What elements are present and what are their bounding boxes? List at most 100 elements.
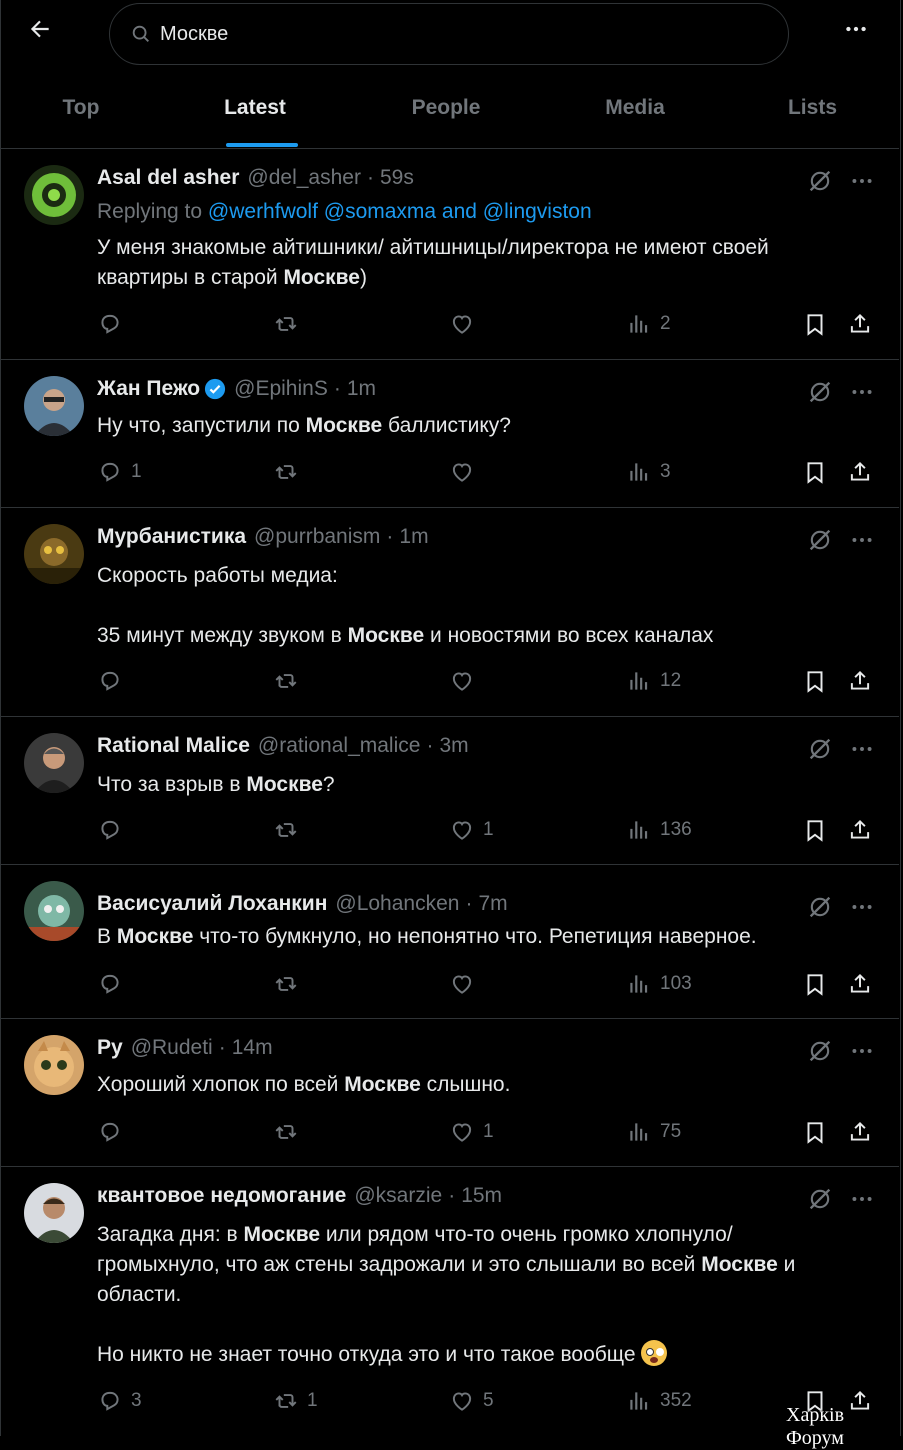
avatar[interactable]: [24, 376, 84, 436]
share-button[interactable]: [847, 971, 873, 997]
repost-button[interactable]: [273, 817, 307, 843]
like-button[interactable]: 1: [449, 817, 494, 843]
repost-button[interactable]: [273, 1119, 307, 1145]
bookmark-button[interactable]: [802, 668, 828, 694]
tab-lists[interactable]: Lists: [726, 80, 899, 148]
views-button[interactable]: 2: [626, 311, 671, 337]
avatar[interactable]: [24, 165, 84, 225]
grok-icon[interactable]: [806, 893, 834, 921]
grok-icon[interactable]: [806, 167, 834, 195]
likes-count: 1: [483, 1121, 494, 1142]
bookmark-button[interactable]: [802, 971, 828, 997]
tweet-more-button[interactable]: [848, 735, 876, 763]
tab-people[interactable]: People: [348, 80, 544, 148]
views-button[interactable]: 103: [626, 971, 692, 997]
author-name[interactable]: Жан Пежо: [97, 377, 200, 401]
repost-button[interactable]: [273, 459, 307, 485]
tweet-time[interactable]: 14m: [232, 1036, 273, 1060]
tweet-more-button[interactable]: [848, 526, 876, 554]
reply-button[interactable]: [97, 311, 131, 337]
share-button[interactable]: [847, 459, 873, 485]
author-name[interactable]: Васисуалий Лоханкин: [97, 892, 327, 916]
tweet-time[interactable]: 15m: [461, 1184, 502, 1208]
tweet[interactable]: Жан Пежо @EpihinS · 1m Ну что, запустили п…: [0, 360, 899, 508]
author-handle[interactable]: @del_asher: [247, 166, 361, 190]
tweet-time[interactable]: 59s: [380, 166, 414, 190]
like-button[interactable]: 1: [449, 1119, 494, 1145]
bookmark-button[interactable]: [802, 459, 828, 485]
grok-icon[interactable]: [806, 526, 834, 554]
avatar[interactable]: [24, 881, 84, 941]
views-button[interactable]: 75: [626, 1119, 681, 1145]
tweet-more-button[interactable]: [848, 1037, 876, 1065]
reply-button[interactable]: [97, 1119, 131, 1145]
tweet[interactable]: Васисуалий Лоханкин @Lohancken · 7m В Москв…: [0, 865, 899, 1019]
tweet-more-button[interactable]: [848, 893, 876, 921]
avatar[interactable]: [24, 1183, 84, 1243]
views-button[interactable]: 3: [626, 459, 671, 485]
reply-button[interactable]: [97, 668, 131, 694]
author-handle[interactable]: @EpihinS: [234, 377, 328, 401]
author-name[interactable]: квантовое недомогание: [97, 1184, 346, 1208]
grok-icon[interactable]: [806, 1185, 834, 1213]
tab-latest[interactable]: Latest: [162, 80, 348, 148]
avatar[interactable]: [24, 524, 84, 584]
tweet-more-button[interactable]: [848, 167, 876, 195]
bookmark-button[interactable]: [802, 1119, 828, 1145]
grok-icon[interactable]: [806, 378, 834, 406]
tweet-time[interactable]: 3m: [439, 734, 468, 758]
tweet-time[interactable]: 7m: [478, 892, 507, 916]
bookmark-button[interactable]: [802, 311, 828, 337]
share-button[interactable]: [847, 1119, 873, 1145]
grok-icon[interactable]: [806, 735, 834, 763]
share-button[interactable]: [847, 311, 873, 337]
views-button[interactable]: 352: [626, 1388, 692, 1414]
like-button[interactable]: [449, 311, 483, 337]
author-handle[interactable]: @Lohancken: [335, 892, 459, 916]
tweet-more-button[interactable]: [848, 378, 876, 406]
tweet[interactable]: квантовое недомогание @ksarzie · 15m Загадк…: [0, 1167, 899, 1436]
reply-button[interactable]: 3: [97, 1388, 142, 1414]
tweet[interactable]: Asal del asher @del_asher · 59s Replying to…: [0, 149, 899, 360]
reply-mentions[interactable]: @werhfwolf @somaxma and @lingviston: [208, 200, 592, 223]
reply-button[interactable]: [97, 817, 131, 843]
author-name[interactable]: Rational Malice: [97, 734, 250, 758]
like-button[interactable]: [449, 668, 483, 694]
tweet[interactable]: Мурбанистика @purrbanism · 1m Скорость рабо…: [0, 508, 899, 717]
tweet-time[interactable]: 1m: [399, 525, 428, 549]
author-name[interactable]: Мурбанистика: [97, 525, 246, 549]
share-button[interactable]: [847, 668, 873, 694]
tweet[interactable]: Rational Malice @rational_malice · 3m Что з…: [0, 717, 899, 865]
avatar[interactable]: [24, 733, 84, 793]
author-name[interactable]: Ру: [97, 1036, 123, 1060]
share-button[interactable]: [847, 817, 873, 843]
tab-media[interactable]: Media: [544, 80, 726, 148]
repost-button[interactable]: [273, 311, 307, 337]
search-input[interactable]: Москве: [109, 3, 789, 65]
repost-button[interactable]: [273, 668, 307, 694]
author-handle[interactable]: @Rudeti: [131, 1036, 213, 1060]
author-name[interactable]: Asal del asher: [97, 166, 239, 190]
reply-button[interactable]: 1: [97, 459, 142, 485]
reply-button[interactable]: [97, 971, 131, 997]
like-button[interactable]: [449, 971, 483, 997]
back-button[interactable]: [22, 14, 58, 44]
repost-button[interactable]: [273, 971, 307, 997]
more-options-button[interactable]: [838, 14, 874, 44]
bookmark-button[interactable]: [802, 817, 828, 843]
avatar[interactable]: [24, 1035, 84, 1095]
author-handle[interactable]: @ksarzie: [354, 1184, 442, 1208]
author-handle[interactable]: @rational_malice: [258, 734, 421, 758]
tweet-time[interactable]: 1m: [347, 377, 376, 401]
repost-button[interactable]: 1: [273, 1388, 318, 1414]
tweet-text: Скорость работы медиа: 35 минут между зв…: [97, 564, 714, 647]
views-button[interactable]: 12: [626, 668, 681, 694]
grok-icon[interactable]: [806, 1037, 834, 1065]
author-handle[interactable]: @purrbanism: [254, 525, 380, 549]
like-button[interactable]: 5: [449, 1388, 494, 1414]
like-button[interactable]: [449, 459, 483, 485]
tweet[interactable]: Ру @Rudeti · 14m Хороший хлопок по всей Мос…: [0, 1019, 899, 1167]
views-button[interactable]: 136: [626, 817, 692, 843]
tab-top[interactable]: Top: [0, 80, 162, 148]
tweet-more-button[interactable]: [848, 1185, 876, 1213]
